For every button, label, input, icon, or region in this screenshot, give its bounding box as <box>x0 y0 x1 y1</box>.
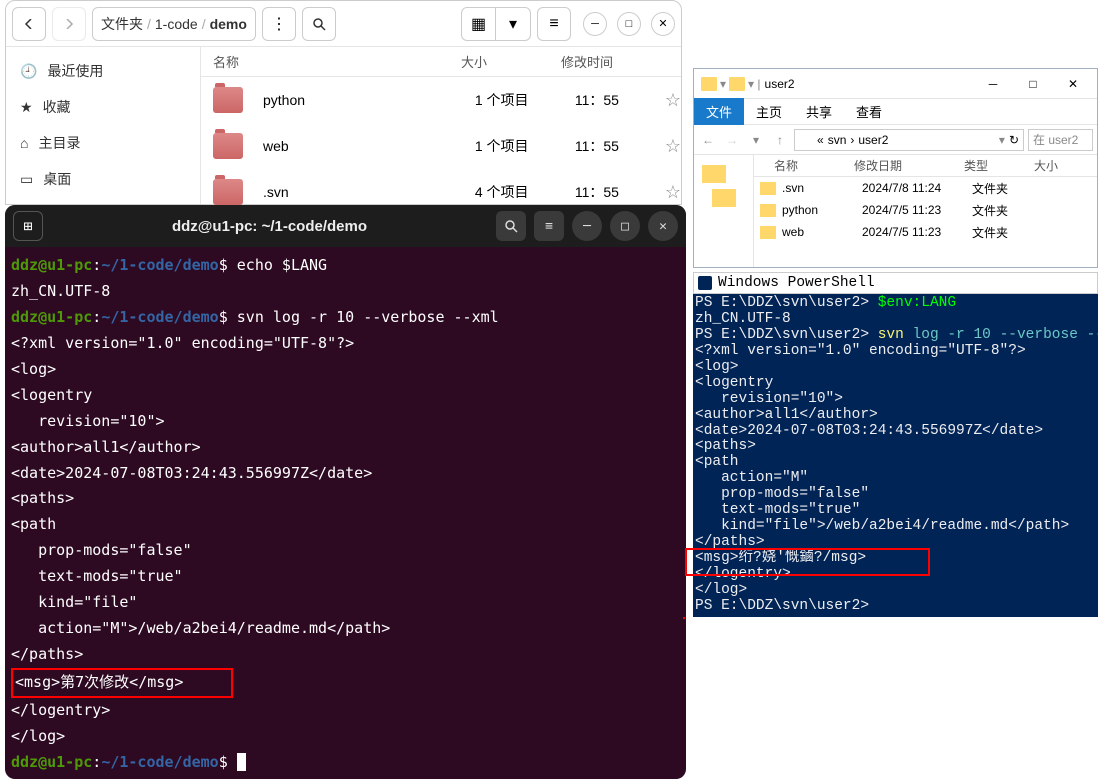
forward-button[interactable] <box>52 7 86 41</box>
sidebar-item-home[interactable]: ⌂主目录 <box>6 125 200 161</box>
desktop-icon: ▭ <box>20 171 33 188</box>
minimize-button[interactable]: ─ <box>583 12 607 36</box>
star-toggle[interactable]: ☆ <box>665 182 681 203</box>
nav-bar: ← → ▾ ↑ « svn › user2 ▾ ↻ 在 user2 <box>694 125 1097 155</box>
crumb-2[interactable]: demo <box>210 16 247 32</box>
sidebar-item-favorites[interactable]: ★收藏 <box>6 89 200 125</box>
tab-file[interactable]: 文件 <box>694 98 744 125</box>
file-manager-window: 文件夹 / 1-code / demo ⋮ ▦ ▾ ≡ ─ □ ✕ 🕘最近使用 … <box>5 0 682 205</box>
window-title: user2 <box>765 77 795 91</box>
hamburger-menu[interactable]: ≡ <box>534 211 564 241</box>
grid-view-icon[interactable]: ▦ <box>462 8 496 40</box>
hamburger-menu[interactable]: ≡ <box>537 7 571 41</box>
col-name[interactable]: 名称 <box>774 157 854 174</box>
breadcrumb[interactable]: 文件夹 / 1-code / demo <box>92 7 256 41</box>
file-row[interactable]: .svn2024/7/8 11:24文件夹 <box>754 177 1097 199</box>
folder-icon <box>213 87 243 113</box>
tab-home[interactable]: 主页 <box>744 98 794 125</box>
refresh-icon[interactable]: ↻ <box>1009 133 1019 147</box>
back-button[interactable]: ← <box>698 133 718 147</box>
explorer-titlebar: ▾ ▾ | user2 ─ □ ✕ <box>694 69 1097 99</box>
folder-icon[interactable] <box>702 165 726 183</box>
col-date[interactable]: 修改时间 <box>561 52 651 71</box>
col-size[interactable]: 大小 <box>461 52 561 71</box>
col-size[interactable]: 大小 <box>1034 157 1084 174</box>
minimize-button[interactable]: ─ <box>973 70 1013 98</box>
back-button[interactable] <box>12 7 46 41</box>
explorer-window: ▾ ▾ | user2 ─ □ ✕ 文件 主页 共享 查看 ← → ▾ ↑ « … <box>693 68 1098 268</box>
col-type[interactable]: 类型 <box>964 157 1034 174</box>
terminal-body[interactable]: ddz@u1-pc:~/1-code/demo$ echo $LANG zh_C… <box>5 247 686 782</box>
folder-icon <box>701 77 717 91</box>
terminal-title: ddz@u1-pc: ~/1-code/demo <box>51 218 488 235</box>
new-tab-button[interactable]: ⊞ <box>13 211 43 241</box>
highlight-box <box>683 617 685 619</box>
star-toggle[interactable]: ☆ <box>665 136 681 157</box>
view-toggle[interactable]: ▦ ▾ <box>461 7 531 41</box>
terminal-titlebar: ⊞ ddz@u1-pc: ~/1-code/demo ≡ ─ □ ✕ <box>5 205 686 247</box>
file-list: 名称 修改日期 类型 大小 .svn2024/7/8 11:24文件夹 pyth… <box>754 155 1097 267</box>
folder-icon <box>213 179 243 205</box>
maximize-button[interactable]: □ <box>617 12 641 36</box>
close-button[interactable]: ✕ <box>648 211 678 241</box>
fm-file-list: 名称 大小 修改时间 python 1 个项目 11：55 ☆ web 1 个项… <box>201 47 681 204</box>
tree-panel[interactable] <box>694 155 754 267</box>
ribbon: 文件 主页 共享 查看 <box>694 99 1097 125</box>
fm-toolbar: 文件夹 / 1-code / demo ⋮ ▦ ▾ ≡ ─ □ ✕ <box>6 1 681 47</box>
star-toggle[interactable]: ☆ <box>665 90 681 111</box>
tab-view[interactable]: 查看 <box>844 98 894 125</box>
folder-icon <box>760 226 776 239</box>
search-input[interactable]: 在 user2 <box>1028 129 1093 151</box>
maximize-button[interactable]: □ <box>610 211 640 241</box>
folder-icon <box>213 133 243 159</box>
forward-button[interactable]: → <box>722 133 742 147</box>
ps-titlebar: Windows PowerShell <box>693 272 1098 294</box>
chevron-down-icon[interactable]: ▾ <box>496 8 530 40</box>
sidebar-item-recent[interactable]: 🕘最近使用 <box>6 53 200 89</box>
home-icon: ⌂ <box>20 135 28 151</box>
col-date[interactable]: 修改日期 <box>854 157 964 174</box>
minimize-button[interactable]: ─ <box>572 211 602 241</box>
sidebar-item-desktop[interactable]: ▭桌面 <box>6 161 200 197</box>
close-button[interactable]: ✕ <box>651 12 675 36</box>
more-button[interactable]: ⋮ <box>262 7 296 41</box>
crumb-root[interactable]: 文件夹 <box>101 14 143 34</box>
terminal-window: ⊞ ddz@u1-pc: ~/1-code/demo ≡ ─ □ ✕ ddz@u… <box>5 205 686 779</box>
file-row[interactable]: python 1 个项目 11：55 ☆ <box>201 77 681 123</box>
fm-sidebar: 🕘最近使用 ★收藏 ⌂主目录 ▭桌面 <box>6 47 201 204</box>
folder-icon <box>799 134 813 146</box>
powershell-icon <box>698 276 712 290</box>
close-button[interactable]: ✕ <box>1053 70 1093 98</box>
folder-icon[interactable] <box>712 189 736 207</box>
folder-icon <box>760 182 776 195</box>
chevron-down-icon[interactable]: ▾ <box>746 133 766 147</box>
folder-icon <box>760 204 776 217</box>
search-button[interactable] <box>302 7 336 41</box>
address-bar[interactable]: « svn › user2 ▾ ↻ <box>794 129 1024 151</box>
ps-title: Windows PowerShell <box>718 275 875 291</box>
crumb-1[interactable]: 1-code <box>155 16 198 32</box>
highlighted-msg: <msg>第7次修改</msg> <box>11 668 233 698</box>
tab-share[interactable]: 共享 <box>794 98 844 125</box>
file-row[interactable]: web 1 个项目 11：55 ☆ <box>201 123 681 169</box>
col-name[interactable]: 名称 <box>201 52 451 71</box>
search-button[interactable] <box>496 211 526 241</box>
up-button[interactable]: ↑ <box>770 133 790 147</box>
star-icon: ★ <box>20 99 33 116</box>
file-row[interactable]: python2024/7/5 11:23文件夹 <box>754 199 1097 221</box>
folder-icon <box>729 77 745 91</box>
highlight-box <box>685 548 930 576</box>
file-row[interactable]: web2024/7/5 11:23文件夹 <box>754 221 1097 243</box>
clock-icon: 🕘 <box>20 63 37 80</box>
maximize-button[interactable]: □ <box>1013 70 1053 98</box>
